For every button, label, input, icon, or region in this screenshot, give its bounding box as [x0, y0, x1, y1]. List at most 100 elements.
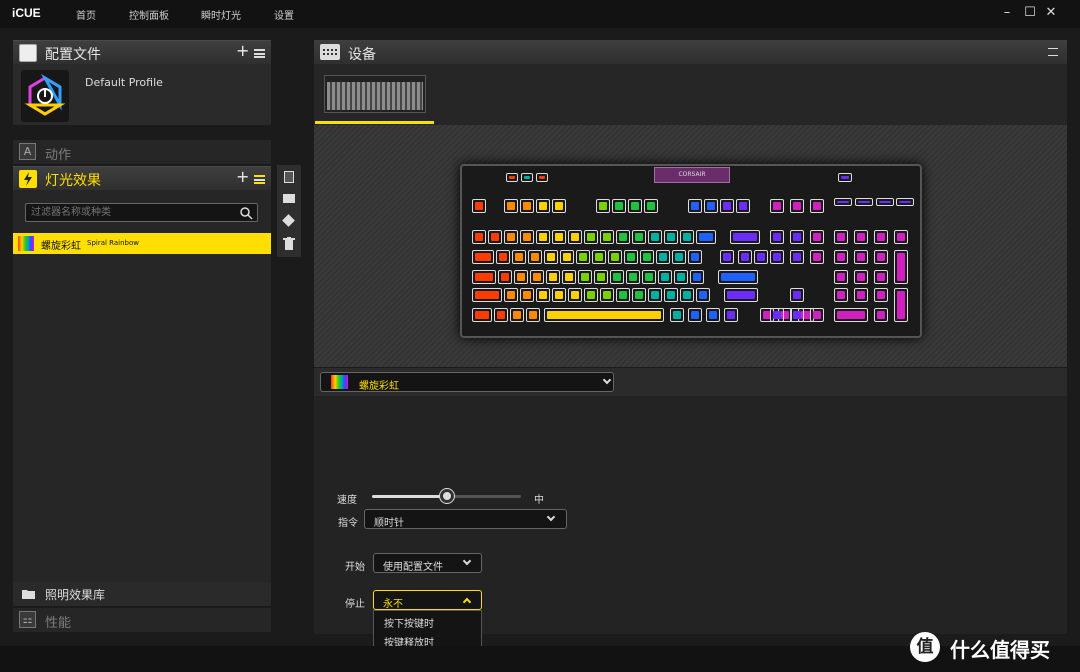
keyboard-key[interactable] — [736, 199, 750, 213]
keyboard-key[interactable] — [670, 308, 684, 322]
reorder-icon[interactable] — [282, 214, 295, 227]
add-profile-button[interactable]: + — [236, 41, 249, 60]
keyboard-key[interactable] — [834, 230, 848, 244]
keyboard-key[interactable] — [704, 199, 718, 213]
effect-filter-input[interactable] — [25, 203, 258, 222]
keyboard-key[interactable] — [790, 308, 804, 322]
keyboard-key[interactable] — [854, 288, 868, 302]
keyboard-key[interactable] — [592, 250, 606, 264]
keyboard-key[interactable] — [656, 250, 670, 264]
keyboard-key[interactable] — [616, 288, 630, 302]
search-icon[interactable] — [239, 206, 253, 220]
keyboard-key[interactable] — [600, 288, 614, 302]
stop-dropdown[interactable]: 永不 — [373, 590, 482, 610]
keyboard-key[interactable] — [648, 230, 662, 244]
paste-icon[interactable] — [283, 194, 295, 203]
keyboard-key[interactable] — [834, 250, 848, 264]
keyboard-key[interactable] — [854, 270, 868, 284]
keyboard-key[interactable] — [834, 308, 868, 322]
keyboard-key[interactable] — [680, 288, 694, 302]
keyboard-key[interactable] — [696, 230, 716, 244]
keyboard-key[interactable] — [512, 250, 526, 264]
effect-dropdown[interactable]: 螺旋彩虹 — [320, 372, 614, 392]
nav-home[interactable]: 首页 — [76, 7, 96, 22]
keyboard-key[interactable] — [632, 288, 646, 302]
trash-icon[interactable] — [283, 237, 295, 250]
stop-option-on-press[interactable]: 按下按键时 — [374, 611, 481, 630]
keyboard-key[interactable] — [770, 199, 784, 213]
keyboard-key[interactable] — [536, 199, 550, 213]
keyboard-key[interactable] — [770, 308, 784, 322]
keyboard-key[interactable] — [754, 250, 768, 264]
keyboard-key[interactable] — [504, 288, 518, 302]
keyboard-key[interactable] — [624, 250, 638, 264]
keyboard-key[interactable] — [526, 308, 540, 322]
keyboard-key[interactable] — [608, 250, 622, 264]
keyboard-key[interactable] — [594, 270, 608, 284]
speed-slider-handle[interactable] — [439, 489, 454, 503]
keyboard-key[interactable] — [536, 288, 550, 302]
keyboard-key[interactable] — [494, 308, 508, 322]
keyboard-key[interactable] — [514, 270, 528, 284]
keyboard-key[interactable] — [854, 250, 868, 264]
keyboard-key[interactable] — [834, 270, 848, 284]
keyboard-key[interactable] — [528, 250, 542, 264]
keyboard-key[interactable] — [724, 288, 758, 302]
keyboard-key[interactable] — [810, 199, 824, 213]
keyboard-key[interactable] — [688, 308, 702, 322]
profile-item[interactable]: Default Profile — [13, 64, 271, 125]
keyboard-key[interactable] — [720, 199, 734, 213]
keyboard-key[interactable] — [506, 173, 518, 182]
keyboard-key[interactable] — [810, 308, 824, 322]
keyboard-key[interactable] — [560, 250, 574, 264]
keyboard-key[interactable] — [552, 288, 566, 302]
keyboard-key[interactable] — [664, 230, 678, 244]
keyboard-key[interactable] — [790, 288, 804, 302]
keyboard-key[interactable] — [718, 270, 758, 284]
keys[interactable] — [462, 166, 920, 336]
keyboard-key[interactable] — [612, 199, 626, 213]
keyboard-key[interactable] — [546, 270, 560, 284]
keyboard-key[interactable] — [584, 288, 598, 302]
nav-dashboard[interactable]: 控制面板 — [129, 7, 169, 22]
keyboard-image[interactable]: CORSAIR — [460, 164, 922, 338]
keyboard-key[interactable] — [834, 198, 852, 206]
close-icon[interactable]: ✕ — [1042, 4, 1060, 22]
keyboard-key[interactable] — [578, 270, 592, 284]
keyboard-key[interactable] — [632, 230, 646, 244]
keyboard-key[interactable] — [770, 250, 784, 264]
keyboard-key[interactable] — [536, 230, 550, 244]
keyboard-key[interactable] — [896, 198, 914, 206]
lighting-menu-icon[interactable] — [254, 175, 265, 184]
keyboard-key[interactable] — [874, 250, 888, 264]
keyboard-key[interactable] — [680, 230, 694, 244]
keyboard-key[interactable] — [544, 308, 664, 322]
keyboard-key[interactable] — [876, 198, 894, 206]
keyboard-key[interactable] — [562, 270, 576, 284]
keyboard-key[interactable] — [521, 173, 533, 182]
keyboard-key[interactable] — [488, 230, 502, 244]
keyboard-key[interactable] — [874, 270, 888, 284]
keyboard-key[interactable] — [696, 288, 710, 302]
keyboard-key[interactable] — [642, 270, 656, 284]
keyboard-key[interactable] — [688, 199, 702, 213]
keyboard-key[interactable] — [894, 288, 908, 322]
keyboard-key[interactable] — [504, 230, 518, 244]
nav-settings[interactable]: 设置 — [274, 7, 294, 22]
keyboard-key[interactable] — [472, 288, 502, 302]
keyboard-key[interactable] — [640, 250, 654, 264]
keyboard-key[interactable] — [644, 199, 658, 213]
keyboard-key[interactable] — [834, 288, 848, 302]
keyboard-key[interactable] — [472, 308, 492, 322]
keyboard-key[interactable] — [855, 198, 873, 206]
keyboard-key[interactable] — [504, 199, 518, 213]
keyboard-key[interactable] — [664, 288, 678, 302]
keyboard-key[interactable] — [738, 250, 752, 264]
keyboard-key[interactable] — [472, 250, 494, 264]
performance-section[interactable]: ⚏ 性能 — [13, 608, 271, 632]
keyboard-key[interactable] — [510, 308, 524, 322]
keyboard-key[interactable] — [496, 250, 510, 264]
start-dropdown[interactable]: 使用配置文件 — [373, 553, 482, 573]
keyboard-key[interactable] — [790, 230, 804, 244]
keyboard-key[interactable] — [616, 230, 630, 244]
